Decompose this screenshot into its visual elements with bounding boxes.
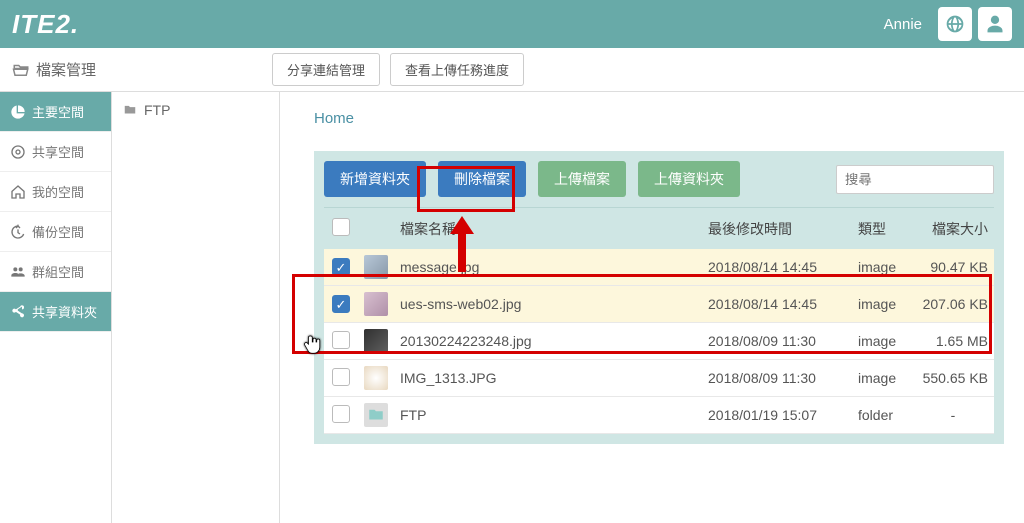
file-size: 550.65 KB: [912, 360, 994, 397]
new-folder-button[interactable]: 新增資料夾: [324, 161, 426, 197]
table-row[interactable]: FTP 2018/01/19 15:07 folder -: [324, 397, 994, 434]
file-table: 檔案名稱 最後修改時間 類型 檔案大小 message.jpg 2018/08/…: [324, 207, 994, 434]
home-icon: [10, 184, 26, 200]
logo: ITE2.: [12, 9, 79, 40]
thumbnail-icon: [364, 255, 388, 279]
user-button[interactable]: [978, 7, 1012, 41]
disc-icon: [10, 144, 26, 160]
table-row[interactable]: message.jpg 2018/08/14 14:45 image 90.47…: [324, 249, 994, 286]
pie-icon: [10, 104, 26, 120]
content-area: Home 新增資料夾 刪除檔案 上傳檔案 上傳資料夾 檔案名稱: [280, 92, 1024, 523]
checkbox-all[interactable]: [332, 218, 350, 236]
row-checkbox[interactable]: [332, 331, 350, 349]
file-name: IMG_1313.JPG: [394, 360, 702, 397]
sidebar-item-shared-space[interactable]: 共享空間: [0, 132, 111, 172]
table-row[interactable]: IMG_1313.JPG 2018/08/09 11:30 image 550.…: [324, 360, 994, 397]
file-modified: 2018/08/09 11:30: [702, 360, 852, 397]
sidebar-item-shared-folder[interactable]: 共享資料夾: [0, 292, 111, 332]
globe-icon: [945, 14, 965, 34]
file-name: FTP: [394, 397, 702, 434]
col-size[interactable]: 檔案大小: [912, 208, 994, 250]
file-type: image: [852, 360, 912, 397]
share-link-mgmt-button[interactable]: 分享連結管理: [272, 53, 380, 86]
upload-file-button[interactable]: 上傳檔案: [538, 161, 626, 197]
delete-file-button[interactable]: 刪除檔案: [438, 161, 526, 197]
sidebar-item-main-space[interactable]: 主要空間: [0, 92, 111, 132]
sidebar-item-backup-space[interactable]: 備份空間: [0, 212, 111, 252]
sidebar-item-my-space[interactable]: 我的空間: [0, 172, 111, 212]
col-modified[interactable]: 最後修改時間: [702, 208, 852, 250]
row-checkbox[interactable]: [332, 405, 350, 423]
subheader: 檔案管理 分享連結管理 查看上傳任務進度: [0, 48, 1024, 92]
folder-tree: FTP: [112, 92, 280, 523]
search-input[interactable]: [836, 165, 994, 194]
share-icon: [10, 304, 26, 320]
sidebar: 主要空間 共享空間 我的空間 備份空間 群組空間 共享資料夾: [0, 92, 112, 523]
table-row[interactable]: 20130224223248.jpg 2018/08/09 11:30 imag…: [324, 323, 994, 360]
breadcrumb-home[interactable]: Home: [314, 110, 1004, 127]
tree-item-ftp[interactable]: FTP: [122, 102, 269, 118]
toolbar: 新增資料夾 刪除檔案 上傳檔案 上傳資料夾: [324, 161, 994, 197]
app-header: ITE2. Annie: [0, 0, 1024, 48]
file-modified: 2018/08/14 14:45: [702, 249, 852, 286]
col-type[interactable]: 類型: [852, 208, 912, 250]
history-icon: [10, 224, 26, 240]
thumbnail-icon: [364, 329, 388, 353]
file-modified: 2018/08/09 11:30: [702, 323, 852, 360]
file-type: image: [852, 323, 912, 360]
table-row[interactable]: ues-sms-web02.jpg 2018/08/14 14:45 image…: [324, 286, 994, 323]
file-size: 1.65 MB: [912, 323, 994, 360]
row-checkbox[interactable]: [332, 368, 350, 386]
username-label: Annie: [884, 16, 922, 33]
file-modified: 2018/01/19 15:07: [702, 397, 852, 434]
file-modified: 2018/08/14 14:45: [702, 286, 852, 323]
file-type: folder: [852, 397, 912, 434]
upload-folder-button[interactable]: 上傳資料夾: [638, 161, 740, 197]
file-size: 90.47 KB: [912, 249, 994, 286]
thumbnail-icon: [364, 292, 388, 316]
file-panel: 新增資料夾 刪除檔案 上傳檔案 上傳資料夾 檔案名稱 最後修改時間: [314, 151, 1004, 444]
folder-icon: [122, 103, 138, 117]
file-name: ues-sms-web02.jpg: [394, 286, 702, 323]
col-name[interactable]: 檔案名稱: [394, 208, 702, 250]
upload-progress-button[interactable]: 查看上傳任務進度: [390, 53, 524, 86]
file-size: -: [912, 397, 994, 434]
folder-icon: [364, 403, 388, 427]
row-checkbox[interactable]: [332, 295, 350, 313]
globe-button[interactable]: [938, 7, 972, 41]
folder-open-icon: [12, 61, 30, 79]
row-checkbox[interactable]: [332, 258, 350, 276]
file-size: 207.06 KB: [912, 286, 994, 323]
user-icon: [985, 14, 1005, 34]
thumbnail-icon: [364, 366, 388, 390]
sidebar-item-group-space[interactable]: 群組空間: [0, 252, 111, 292]
file-name: 20130224223248.jpg: [394, 323, 702, 360]
section-title: 檔案管理: [12, 59, 272, 80]
file-name: message.jpg: [394, 249, 702, 286]
file-type: image: [852, 249, 912, 286]
file-type: image: [852, 286, 912, 323]
group-icon: [10, 264, 26, 280]
